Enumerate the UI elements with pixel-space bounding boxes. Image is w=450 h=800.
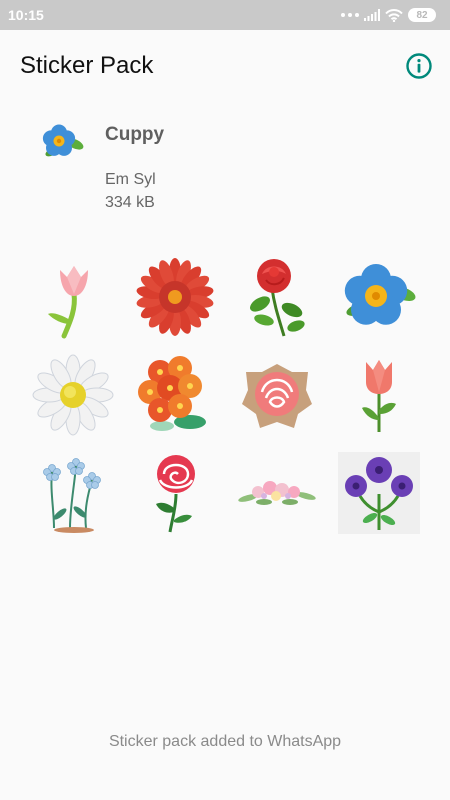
- red-rose-sticker: [250, 259, 305, 337]
- wifi-icon: [385, 8, 403, 22]
- page-title: Sticker Pack: [20, 52, 154, 79]
- white-daisy-sticker: [32, 354, 114, 436]
- paper-rose-sticker: [242, 364, 312, 428]
- rose-outline-sticker: [156, 455, 195, 533]
- sticker-item[interactable]: [328, 248, 430, 346]
- sticker-item[interactable]: [226, 248, 328, 346]
- sticker-item[interactable]: [22, 346, 124, 444]
- pink-tulip-sticker: [48, 266, 88, 339]
- blue-flower-sticker: [344, 264, 416, 325]
- toolbar: Sticker Pack: [0, 30, 450, 100]
- status-time: 10:15: [8, 7, 44, 23]
- footer-status-message: Sticker pack added to WhatsApp: [108, 733, 342, 750]
- coral-tulip-sticker: [362, 360, 396, 432]
- dots-icon: [341, 13, 359, 17]
- blue-wildflowers-sticker: [43, 458, 101, 533]
- orange-bouquet-sticker: [138, 356, 206, 431]
- info-button[interactable]: [405, 52, 433, 80]
- red-gerbera-sticker: [136, 258, 214, 336]
- battery-icon: 82: [408, 8, 436, 22]
- sticker-item[interactable]: [22, 444, 124, 542]
- pack-name: Cuppy: [105, 124, 165, 145]
- sticker-item[interactable]: [124, 346, 226, 444]
- sticker-item[interactable]: [22, 248, 124, 346]
- sticker-item[interactable]: [124, 444, 226, 542]
- sticker-item[interactable]: [328, 444, 430, 542]
- info-icon: [406, 53, 432, 79]
- pack-header: Cuppy Em Syl 334 kB: [0, 110, 450, 220]
- sticker-item[interactable]: [328, 346, 430, 444]
- sticker-item[interactable]: [226, 346, 328, 444]
- tray-icon: [36, 122, 86, 162]
- sticker-grid: [22, 248, 430, 542]
- signal-icon: [364, 9, 380, 21]
- purple-flowers-sticker: [338, 452, 420, 534]
- sticker-item[interactable]: [226, 444, 328, 542]
- sticker-item[interactable]: [124, 248, 226, 346]
- forget-me-not-icon: [42, 124, 84, 157]
- pack-size: 334 kB: [105, 194, 155, 211]
- floral-garland-sticker: [238, 481, 316, 505]
- status-bar: 10:15 82: [0, 0, 450, 30]
- status-icons: 82: [341, 8, 436, 22]
- pack-publisher: Em Syl: [105, 171, 156, 188]
